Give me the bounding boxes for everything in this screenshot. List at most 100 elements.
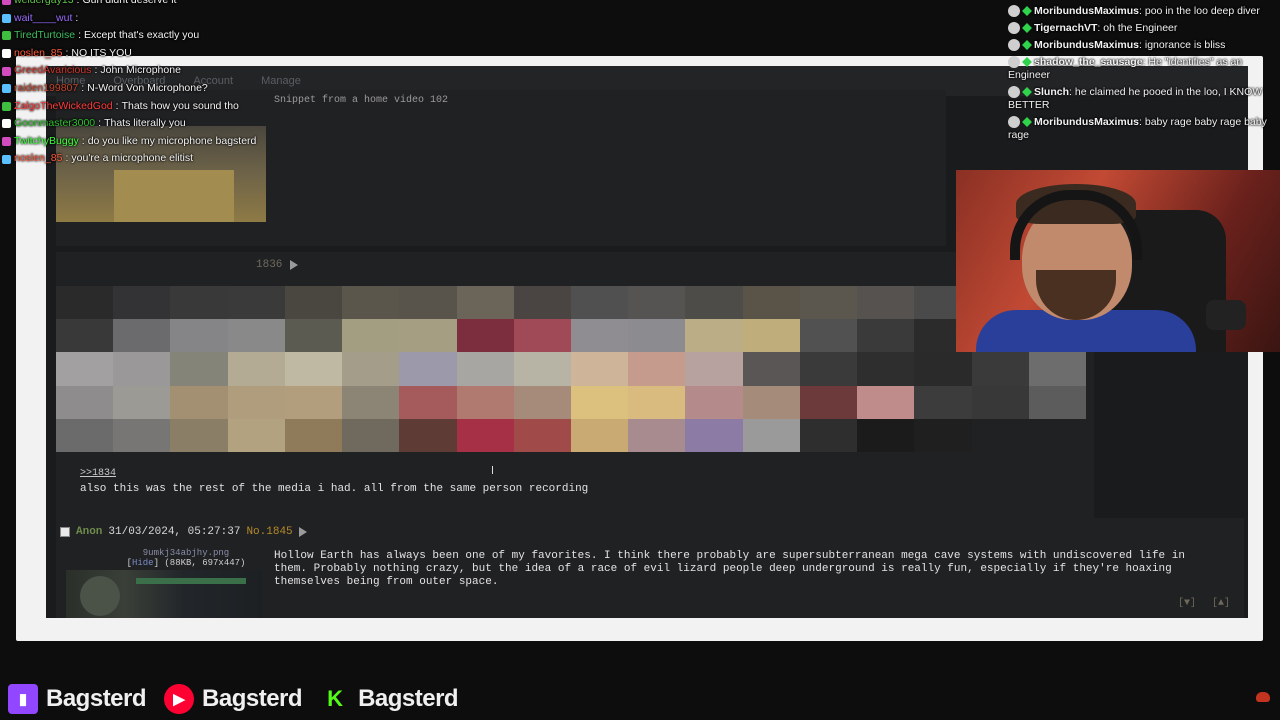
chat-username[interactable]: TwitchyBuggy xyxy=(14,133,79,151)
mosaic-cell xyxy=(628,418,686,452)
mosaic-cell xyxy=(342,319,400,353)
post-c-thumbnail[interactable] xyxy=(66,570,262,618)
mosaic-cell xyxy=(170,385,228,419)
corner-logo-icon xyxy=(1256,692,1270,702)
chat-username[interactable]: raiden199807 xyxy=(14,80,78,98)
chat-text: poo in the loo deep diver xyxy=(1144,5,1260,17)
post-c-header: Anon 31/03/2024, 05:27:37 No.1845 xyxy=(60,526,307,538)
chat-badge-icon xyxy=(2,137,11,147)
play-icon[interactable] xyxy=(298,527,307,537)
chat-text: John Microphone xyxy=(100,64,181,77)
chat-message: MoribundusMaximus: baby rage baby rage b… xyxy=(1008,115,1276,145)
chat-username[interactable]: MoribundusMaximus xyxy=(1034,116,1139,128)
chat-text: do you like my microphone bagsterd xyxy=(87,134,257,147)
chat-message: Slunch: he claimed he pooed in the loo, … xyxy=(1008,85,1276,115)
play-icon[interactable] xyxy=(290,260,299,270)
microphone-icon xyxy=(1206,300,1246,330)
mosaic-cell xyxy=(799,286,858,320)
chat-username[interactable]: TigernachVT xyxy=(1034,22,1097,34)
stream-scene: Home Overboard Account Manage Snippet fr… xyxy=(0,0,1280,720)
chat-badge-icon xyxy=(1022,57,1032,68)
mosaic-cell xyxy=(170,319,228,353)
chat-username[interactable]: shadow_the_sausage xyxy=(1034,56,1143,68)
mosaic-cell xyxy=(742,385,800,419)
mosaic-cell xyxy=(857,352,915,386)
chat-badge-icon xyxy=(2,84,11,94)
chat-username[interactable]: noslen_85 xyxy=(14,150,62,168)
mosaic-cell xyxy=(685,352,743,386)
mosaic-cell xyxy=(227,286,285,320)
chat-message: GreedAvaricious: John Microphone xyxy=(0,62,300,80)
mosaic-cell xyxy=(342,286,400,320)
chat-username[interactable]: Slunch xyxy=(1034,86,1069,98)
chat-separator: : xyxy=(115,99,119,112)
chat-avatar-icon xyxy=(1008,86,1020,99)
mosaic-cell xyxy=(456,418,514,452)
chat-message: wait____wut: xyxy=(0,10,300,28)
mosaic-cell xyxy=(570,418,629,452)
chat-avatar-icon xyxy=(1008,22,1020,35)
chat-username[interactable]: TiredTurtoise xyxy=(14,27,75,45)
mosaic-cell xyxy=(284,385,343,419)
chat-separator: : xyxy=(78,29,81,42)
post-number[interactable]: No.1845 xyxy=(246,526,292,538)
mosaic-cell xyxy=(113,319,171,353)
chat-username[interactable]: weldergay13 xyxy=(14,0,74,10)
mosaic-cell xyxy=(857,286,915,320)
chat-username[interactable]: MoribundusMaximus xyxy=(1034,39,1139,51)
mosaic-cell xyxy=(513,319,571,353)
mosaic-cell xyxy=(170,286,228,320)
quote-link[interactable]: >>1834 xyxy=(80,468,588,479)
kick-name: Bagsterd xyxy=(358,685,459,712)
scroll-down-button[interactable]: [▼] xyxy=(1178,598,1196,609)
mosaic-cell xyxy=(685,319,743,353)
file-size: (88KB, 697x447) xyxy=(164,558,246,568)
mosaic-cell xyxy=(742,319,800,353)
twitch-icon: ▮ xyxy=(8,684,38,714)
mosaic-cell xyxy=(342,418,400,452)
mosaic-cell xyxy=(628,385,686,419)
file-meta: [Hide] (88KB, 697x447) xyxy=(126,558,246,568)
censored-media-mosaic[interactable] xyxy=(56,286,1086,452)
mosaic-cell xyxy=(456,319,514,353)
mosaic-cell xyxy=(513,286,571,320)
post-date: 31/03/2024, 05:27:37 xyxy=(108,526,241,538)
chat-username[interactable]: Goonmaster3000 xyxy=(14,115,95,133)
chat-avatar-icon xyxy=(1008,56,1020,69)
post-c-body: Hollow Earth has always been one of my f… xyxy=(274,550,1185,588)
mosaic-cell xyxy=(914,385,972,419)
chat-message: MoribundusMaximus: ignorance is bliss xyxy=(1008,38,1276,55)
mosaic-cell xyxy=(570,286,629,320)
mosaic-cell xyxy=(570,319,629,353)
chat-text: Gun didnt deserve it xyxy=(82,0,177,6)
mosaic-cell xyxy=(628,286,686,320)
chat-overlay-left: weldergay13: Gun didnt deserve it wait____… xyxy=(0,0,300,168)
chat-message: raiden199807: N-Word Von Microphone? xyxy=(0,80,300,98)
mosaic-cell xyxy=(284,352,343,386)
mosaic-cell xyxy=(799,418,858,452)
chat-username[interactable]: noslen_85 xyxy=(14,45,62,63)
chat-message: TwitchyBuggy: do you like my microphone b… xyxy=(0,133,300,151)
post-b-number[interactable]: 1836 xyxy=(256,259,282,271)
post-select-checkbox[interactable] xyxy=(60,527,70,537)
youtube-icon: ▶ xyxy=(164,684,195,714)
file-name[interactable]: 9umkj34abjhy.png xyxy=(116,548,256,558)
chat-badge-icon xyxy=(2,31,11,41)
post-b-header: 1836 xyxy=(256,259,299,271)
mosaic-cell xyxy=(227,385,285,419)
chat-username[interactable]: GreedAvaricious xyxy=(14,62,91,80)
hide-link[interactable]: Hide xyxy=(132,558,154,568)
chat-separator: : xyxy=(65,46,69,59)
post-b-reply: >>1834 also this was the rest of the med… xyxy=(80,468,588,495)
mosaic-cell xyxy=(914,418,972,452)
mosaic-cell xyxy=(399,385,457,419)
twitch-name: Bagsterd xyxy=(46,685,147,712)
chat-username[interactable]: wait____wut xyxy=(14,10,72,28)
mosaic-cell xyxy=(1028,385,1086,419)
chat-badge-icon xyxy=(1022,23,1032,34)
scroll-up-button[interactable]: [▲] xyxy=(1212,598,1230,609)
chat-username[interactable]: MoribundusMaximus xyxy=(1034,5,1139,17)
chat-username[interactable]: ZalgoTheWickedGod xyxy=(14,98,113,116)
mosaic-cell xyxy=(685,286,743,320)
mosaic-cell xyxy=(284,418,343,452)
